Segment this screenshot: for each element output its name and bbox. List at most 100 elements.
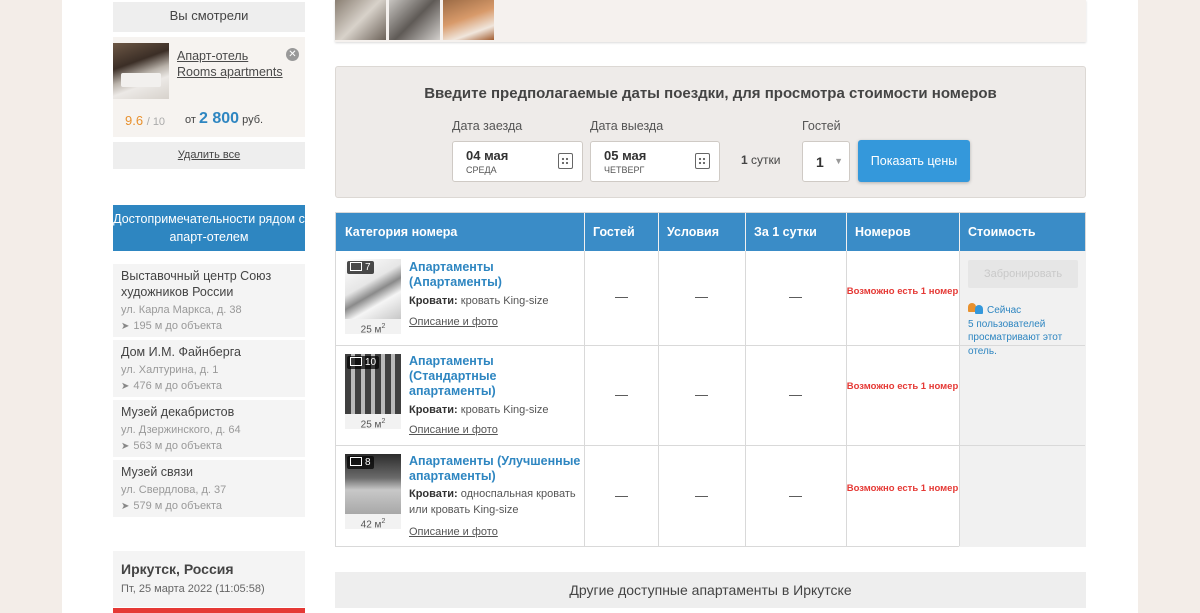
photo-count-badge: 8: [347, 456, 374, 469]
room-area-unit-sup: 2: [381, 323, 386, 330]
room-area: 25 м2: [345, 414, 401, 431]
header-divider: [658, 213, 659, 251]
city-local-time: Пт, 25 марта 2022 (11:05:58): [121, 583, 265, 595]
per-night-cell: —: [789, 289, 802, 304]
attraction-item[interactable]: Дом И.М. Файнберга ул. Халтурина, д. 1 ➤…: [113, 340, 305, 397]
location-arrow-icon: ➤: [121, 501, 130, 512]
photo-count-badge: 10: [347, 356, 380, 369]
room-area-value: 25 м: [360, 419, 382, 431]
city-accent-bar: [113, 608, 305, 613]
show-prices-button[interactable]: Показать цены: [858, 140, 970, 182]
per-night-cell: —: [789, 488, 802, 503]
attraction-name[interactable]: Выставочный центр Союз художников России: [121, 268, 297, 300]
room-name-link[interactable]: Апартаменты (Апартаменты): [409, 260, 581, 290]
room-area-unit-sup: 2: [381, 418, 386, 425]
gallery-photo[interactable]: [335, 0, 386, 40]
room-area: 42 м2: [345, 514, 401, 530]
guests-label: Гостей: [802, 119, 841, 133]
calendar-icon: [558, 153, 573, 169]
checkout-date: 05 мая: [604, 148, 647, 163]
hotel-gallery-strip: [335, 0, 1086, 42]
beds-value: кровать King-size: [460, 404, 549, 416]
photo-count-badge: 7: [347, 261, 374, 274]
gallery-photo[interactable]: [443, 0, 494, 40]
column-header-per-night: За 1 сутки: [754, 225, 817, 239]
checkin-date: 04 мая: [466, 148, 509, 163]
rooms-table: Категория номера Гостей Условия За 1 сут…: [335, 212, 1086, 547]
other-apartments-header[interactable]: Другие доступные апартаменты в Иркутске: [335, 572, 1086, 608]
room-photo[interactable]: 10 25 м2: [345, 354, 401, 431]
attraction-item[interactable]: Музей связи ул. Свердлова, д. 37 ➤ 579 м …: [113, 460, 305, 517]
attraction-name[interactable]: Музей связи: [121, 464, 297, 480]
room-row: 7 25 м2 Апартаменты (Апартаменты) Кроват…: [336, 251, 1085, 345]
conditions-cell: —: [695, 387, 708, 402]
rating-value: 9.6: [125, 113, 144, 128]
room-description-link[interactable]: Описание и фото: [409, 526, 498, 538]
checkin-date-picker[interactable]: 04 мая СРЕДА: [452, 141, 583, 182]
price-prefix: от: [185, 114, 196, 126]
column-divider: [959, 213, 960, 546]
room-name-link[interactable]: Апартаменты (Стандартные апартаменты): [409, 354, 581, 399]
viewed-hotel-name[interactable]: Апарт-отель Rooms apartments: [177, 48, 287, 80]
column-header-rooms: Номеров: [855, 225, 911, 239]
photo-count: 8: [365, 457, 371, 468]
viewed-hotel-price: от 2 800 руб.: [185, 110, 263, 128]
room-area: 25 м2: [345, 319, 401, 335]
header-divider: [584, 213, 585, 251]
date-selection-title: Введите предполагаемые даты поездки, для…: [424, 85, 997, 102]
column-divider: [846, 213, 847, 546]
attraction-item[interactable]: Музей декабристов ул. Дзержинского, д. 6…: [113, 400, 305, 457]
room-description-link[interactable]: Описание и фото: [409, 424, 498, 436]
photo-count: 10: [365, 357, 377, 368]
conditions-cell: —: [695, 488, 708, 503]
guests-cell: —: [615, 289, 628, 304]
column-header-category: Категория номера: [345, 225, 458, 239]
attraction-address: ул. Дзержинского, д. 64: [121, 424, 241, 436]
attraction-distance: ➤ 195 м до объекта: [121, 320, 297, 332]
attraction-address: ул. Свердлова, д. 37: [121, 484, 227, 496]
header-divider: [846, 213, 847, 251]
availability-status: Возможно есть 1 номер: [846, 286, 959, 297]
room-photo[interactable]: 7 25 м2: [345, 259, 401, 335]
attraction-distance-text: 563 м до объекта: [133, 440, 223, 452]
viewed-hotel-rating: 9.6 / 10: [125, 113, 165, 128]
attraction-distance: ➤ 579 м до объекта: [121, 500, 297, 512]
checkout-weekday: ЧЕТВЕРГ: [604, 165, 645, 175]
location-arrow-icon: ➤: [121, 441, 130, 452]
per-night-cell: —: [789, 387, 802, 402]
room-name-link[interactable]: Апартаменты (Улучшенные апартаменты): [409, 454, 581, 484]
room-description-link[interactable]: Описание и фото: [409, 316, 498, 328]
attraction-distance: ➤ 476 м до объекта: [121, 380, 297, 392]
attractions-header: Достопримечательности рядом с апарт-отел…: [113, 205, 305, 251]
attraction-distance: ➤ 563 м до объекта: [121, 440, 297, 452]
attraction-name[interactable]: Дом И.М. Файнберга: [121, 344, 297, 360]
column-header-guests: Гостей: [593, 225, 635, 239]
room-beds: Кровати: кровать King-size: [409, 402, 581, 418]
gallery-photo[interactable]: [389, 0, 440, 40]
attraction-name[interactable]: Музей декабристов: [121, 404, 297, 420]
attraction-item[interactable]: Выставочный центр Союз художников России…: [113, 264, 305, 337]
attraction-distance-text: 476 м до объекта: [133, 380, 223, 392]
column-divider: [745, 213, 746, 546]
attraction-address: ул. Карла Маркса, д. 38: [121, 304, 242, 316]
checkout-date-picker[interactable]: 05 мая ЧЕТВЕРГ: [590, 141, 720, 182]
clear-viewed-button[interactable]: Удалить все: [113, 142, 305, 169]
conditions-cell: —: [695, 289, 708, 304]
chevron-down-icon: ▼: [834, 156, 843, 166]
availability-status: Возможно есть 1 номер: [846, 381, 959, 392]
attraction-distance-text: 579 м до объекта: [133, 500, 223, 512]
guests-select[interactable]: 1 ▼: [802, 141, 850, 182]
checkout-label: Дата выезда: [590, 119, 664, 133]
beds-value: кровать King-size: [460, 295, 549, 307]
room-photo[interactable]: 8 42 м2: [345, 454, 401, 530]
beds-label: Кровати:: [409, 295, 458, 307]
rooms-table-header: Категория номера Гостей Условия За 1 сут…: [336, 213, 1085, 251]
room-beds: Кровати: кровать King-size: [409, 293, 581, 309]
close-icon[interactable]: ✕: [286, 48, 299, 61]
room-row: 8 42 м2 Апартаменты (Улучшенные апартаме…: [336, 445, 1085, 547]
location-arrow-icon: ➤: [121, 321, 130, 332]
rating-scale: / 10: [146, 116, 166, 128]
viewed-hotel-card[interactable]: Апарт-отель Rooms apartments ✕ 9.6 / 10 …: [113, 37, 305, 137]
guests-cell: —: [615, 488, 628, 503]
viewed-hotel-thumbnail[interactable]: [113, 43, 169, 99]
